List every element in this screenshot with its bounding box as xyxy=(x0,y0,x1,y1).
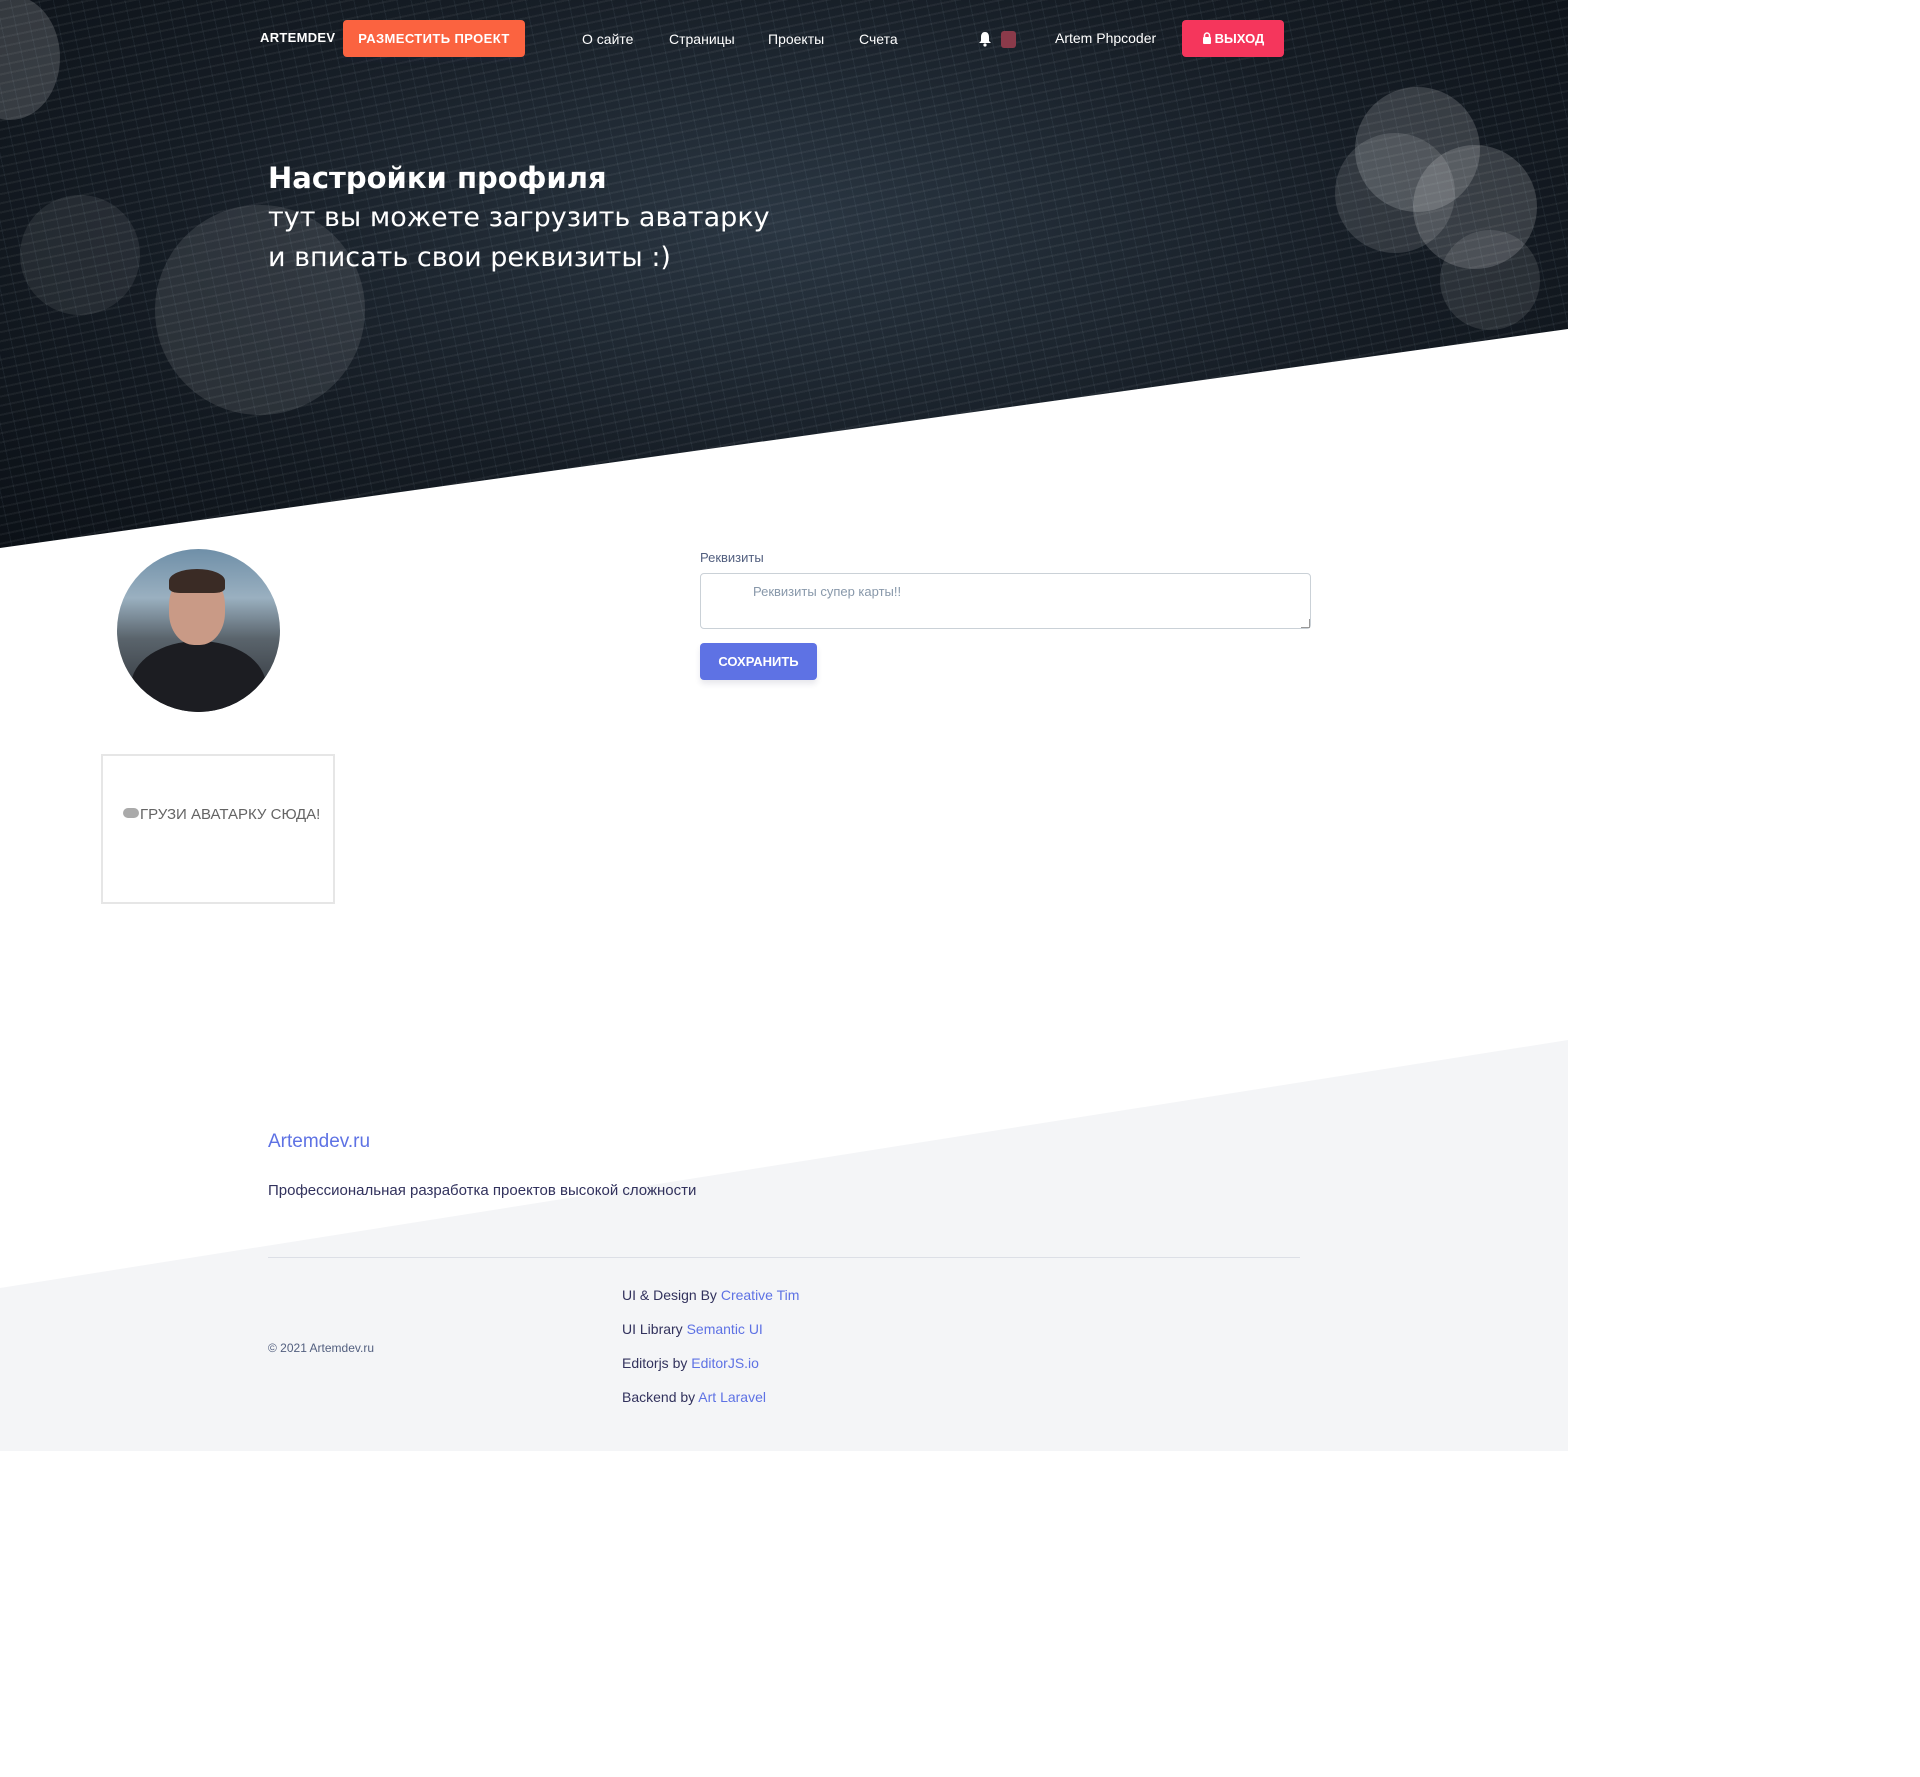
subtitle-line-2: и вписать свои реквизиты :) xyxy=(268,242,671,273)
credit-prefix: UI Library xyxy=(622,1321,683,1337)
requisites-textarea[interactable]: Реквизиты супер карты!! xyxy=(700,573,1311,629)
subtitle-line-1: тут вы можете загрузить аватарку xyxy=(268,202,770,233)
credit-ui-library: UI Library Semantic UI xyxy=(622,1321,763,1337)
nav-link-invoices[interactable]: Счета xyxy=(859,31,898,47)
credit-backend: Backend by Art Laravel xyxy=(622,1389,766,1405)
decor-circle xyxy=(20,195,140,315)
credit-prefix: Backend by xyxy=(622,1389,696,1405)
save-button[interactable]: СОХРАНИТЬ xyxy=(700,643,817,680)
credit-prefix: UI & Design By xyxy=(622,1287,717,1303)
decor-circle xyxy=(1440,230,1540,330)
requisites-label: Реквизиты xyxy=(700,550,764,565)
logout-button[interactable]: ВЫХОД xyxy=(1182,20,1284,57)
page-subtitle: тут вы можете загрузить аватарку и вписа… xyxy=(268,198,868,278)
footer-brand: Artemdev.ru xyxy=(268,1131,371,1152)
navbar: ARTEMDEV РАЗМЕСТИТЬ ПРОЕКТ О сайте Стран… xyxy=(0,0,1568,80)
credit-link-creative-tim[interactable]: Creative Tim xyxy=(721,1287,800,1303)
resize-handle[interactable] xyxy=(1301,619,1310,628)
credit-link-art-laravel[interactable]: Art Laravel xyxy=(698,1389,766,1405)
avatar-hair xyxy=(169,569,225,593)
footer-background xyxy=(0,1040,1568,1451)
footer-divider xyxy=(268,1257,1300,1258)
credit-link-editorjs[interactable]: EditorJS.io xyxy=(691,1355,759,1371)
avatar xyxy=(117,549,280,712)
copyright: © 2021 Artemdev.ru xyxy=(268,1341,375,1355)
notification-badge[interactable] xyxy=(1001,31,1016,48)
nav-link-about[interactable]: О сайте xyxy=(582,31,633,47)
avatar-body xyxy=(131,641,266,712)
logout-label: ВЫХОД xyxy=(1214,31,1265,46)
brand-logo[interactable]: ARTEMDEV xyxy=(260,30,335,45)
lock-icon xyxy=(1202,32,1211,44)
bell-icon[interactable] xyxy=(978,31,992,47)
hero-banner xyxy=(0,0,1568,548)
nav-link-projects[interactable]: Проекты xyxy=(768,31,824,47)
user-name[interactable]: Artem Phpcoder xyxy=(1055,30,1156,46)
footer-tagline: Профессиональная разработка проектов выс… xyxy=(268,1182,697,1199)
post-project-button[interactable]: РАЗМЕСТИТЬ ПРОЕКТ xyxy=(343,20,525,57)
credit-design: UI & Design By Creative Tim xyxy=(622,1287,799,1303)
cloud-upload-icon xyxy=(123,808,139,819)
dropzone-label: ГРУЗИ АВАТАРКУ СЮДА! xyxy=(123,806,323,823)
page-title: Настройки профиля xyxy=(268,161,607,195)
credit-editorjs: Editorjs by EditorJS.io xyxy=(622,1355,759,1371)
dropzone-text: ГРУЗИ АВАТАРКУ СЮДА! xyxy=(140,806,321,823)
avatar-dropzone[interactable]: ГРУЗИ АВАТАРКУ СЮДА! xyxy=(101,754,335,904)
credit-prefix: Editorjs by xyxy=(622,1355,688,1371)
credit-link-semantic-ui[interactable]: Semantic UI xyxy=(687,1321,763,1337)
nav-link-pages[interactable]: Страницы xyxy=(669,31,735,47)
